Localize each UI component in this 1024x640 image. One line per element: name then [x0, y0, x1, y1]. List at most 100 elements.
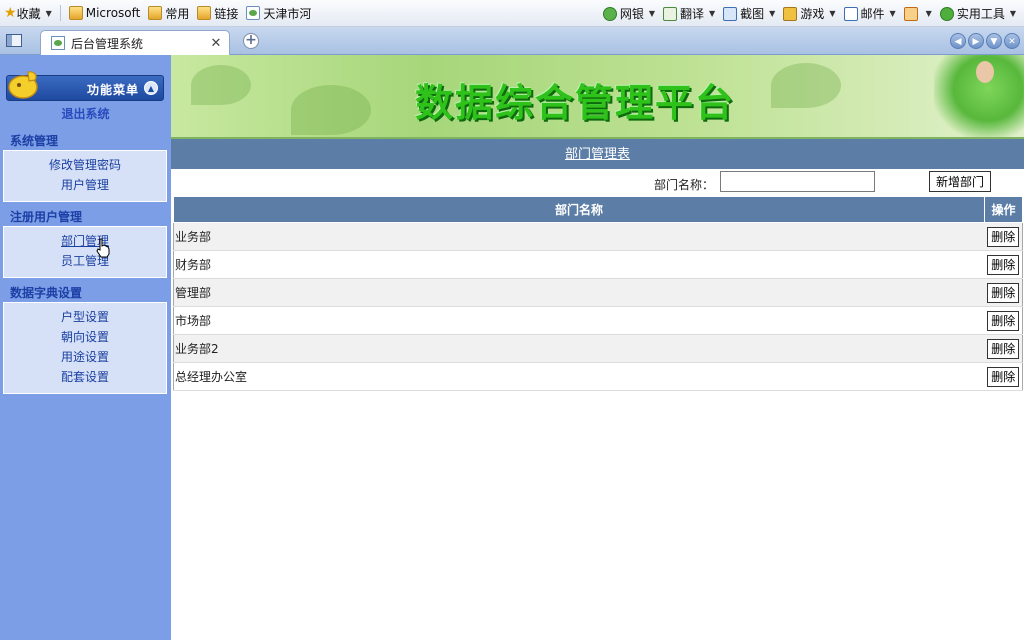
chevron-down-icon[interactable]: ▼	[926, 9, 932, 18]
fav-link-microsoft[interactable]: Microsoft	[65, 2, 145, 24]
tab-admin-system[interactable]: 后台管理系统 ✕	[40, 30, 230, 55]
section-title-system: 系统管理	[10, 134, 59, 148]
chevron-down-icon[interactable]: ▼	[1010, 9, 1016, 18]
tools-icon	[939, 6, 954, 21]
tool-translate[interactable]: 翻译 ▼	[659, 3, 719, 25]
department-name-cell: 业务部	[173, 222, 985, 251]
tool-label: 实用工具	[956, 7, 1005, 21]
section-system: 修改管理密码 用户管理	[3, 150, 167, 202]
delete-button[interactable]: 删除	[987, 254, 1020, 275]
action-cell: 删除	[984, 334, 1023, 363]
banner-decoration	[771, 63, 841, 108]
tool-calendar[interactable]: ▼	[900, 3, 936, 25]
table-header-row: 部门名称 操作	[173, 196, 1023, 223]
folder-icon	[197, 6, 212, 20]
hand-cursor-icon	[96, 238, 110, 258]
calendar-icon	[903, 6, 918, 21]
delete-button[interactable]: 删除	[987, 226, 1020, 247]
chevron-down-icon[interactable]: ▼	[709, 9, 715, 18]
chevron-down-icon[interactable]: ▼	[890, 9, 896, 18]
tool-screenshot[interactable]: 截图 ▼	[719, 3, 779, 25]
table-row: 业务部 删除	[173, 222, 1023, 251]
toolbar-tools: 网银 ▼ 翻译 ▼ 截图 ▼ 游戏 ▼ 邮件 ▼ ▼ 实用工具 ▼	[599, 0, 1020, 27]
tool-game[interactable]: 游戏 ▼	[779, 3, 839, 25]
chevron-down-icon[interactable]: ▼	[769, 9, 775, 18]
page-icon	[246, 6, 261, 20]
sidebar-item-orientation[interactable]: 朝向设置	[4, 327, 166, 347]
logout-link[interactable]: 退出系统	[0, 105, 171, 122]
close-icon[interactable]: ✕	[209, 36, 223, 51]
banner-decoration	[291, 85, 371, 135]
header-banner: 数据综合管理平台	[171, 55, 1024, 139]
chevron-down-icon[interactable]: ▼	[829, 9, 835, 18]
fav-link-label: 链接	[214, 6, 239, 21]
delete-button[interactable]: 删除	[987, 338, 1020, 359]
table-row: 财务部 删除	[173, 250, 1023, 279]
sidebar-item-usage[interactable]: 用途设置	[4, 347, 166, 367]
section-title-data-dictionary: 数据字典设置	[10, 286, 83, 300]
department-table: 部门名称 操作 业务部 删除 财务部 删除 管理部 删除 市场部 删除 业务部2…	[173, 196, 1023, 391]
banner-title: 数据综合管理平台	[415, 80, 736, 125]
action-cell: 删除	[984, 362, 1023, 391]
sidebar-item-house-type[interactable]: 户型设置	[4, 307, 166, 327]
sidebar-item-employee-management[interactable]: 员工管理	[4, 251, 166, 271]
chevron-down-icon[interactable]: ▼	[649, 9, 655, 18]
table-row: 业务部2 删除	[173, 334, 1023, 363]
folder-icon	[68, 6, 83, 20]
fav-link-label: 天津市河	[263, 6, 312, 21]
search-row: 部门名称： 新增部门	[171, 169, 1024, 195]
fav-link-label: Microsoft	[85, 6, 141, 20]
delete-button[interactable]: 删除	[987, 282, 1020, 303]
department-name-cell: 管理部	[173, 278, 985, 307]
tool-utilities[interactable]: 实用工具 ▼	[936, 3, 1020, 25]
table-row: 管理部 删除	[173, 278, 1023, 307]
fav-link-tianjin[interactable]: 天津市河	[242, 2, 315, 24]
sidebar-toggle-icon[interactable]	[6, 34, 22, 47]
banner-decoration	[191, 65, 251, 105]
department-name-input[interactable]	[720, 171, 875, 192]
chevron-down-icon[interactable]: ▼	[46, 9, 52, 18]
tool-bank[interactable]: 网银 ▼	[599, 3, 659, 25]
menu-title: 功能菜单	[86, 83, 139, 97]
table-row: 总经理办公室 删除	[173, 362, 1023, 391]
tab-title: 后台管理系统	[71, 36, 144, 51]
fav-link-common[interactable]: 常用	[144, 2, 193, 24]
action-cell: 删除	[984, 222, 1023, 251]
sidebar-item-department-management[interactable]: 部门管理	[4, 231, 166, 251]
favorites-bar: ★ 收藏 ▼ Microsoft 常用 链接 天津市河 网银 ▼ 翻译 ▼ 截图	[0, 0, 1024, 27]
department-name-cell: 总经理办公室	[173, 362, 985, 391]
forward-icon[interactable]: ▶	[968, 33, 984, 49]
sidebar-item-facilities[interactable]: 配套设置	[4, 367, 166, 387]
sidebar-item-user-management[interactable]: 用户管理	[4, 175, 166, 195]
star-icon: ★	[4, 5, 17, 21]
department-name-cell: 业务部2	[173, 334, 985, 363]
logo-icon	[8, 71, 38, 99]
fav-link-links[interactable]: 链接	[193, 2, 242, 24]
screenshot-icon	[723, 6, 738, 21]
left-sidebar: 功能菜单 ▲ 退出系统 系统管理 修改管理密码 用户管理 注册用户管理 部门管理…	[0, 55, 171, 640]
new-tab-icon[interactable]: +	[243, 33, 259, 49]
back-icon[interactable]: ◀	[950, 33, 966, 49]
collapse-icon[interactable]: ▲	[144, 81, 158, 95]
section-title-bar: 部门管理表	[171, 139, 1024, 169]
delete-button[interactable]: 删除	[987, 366, 1020, 387]
game-icon	[783, 6, 798, 21]
chevron-down-icon[interactable]: ▼	[986, 33, 1002, 49]
table-row: 市场部 删除	[173, 306, 1023, 335]
action-cell: 删除	[984, 250, 1023, 279]
close-icon[interactable]: ✕	[1004, 33, 1020, 49]
page-icon	[51, 36, 65, 50]
tool-mail[interactable]: 邮件 ▼	[840, 3, 900, 25]
tool-label: 邮件	[860, 7, 885, 21]
delete-button[interactable]: 删除	[987, 310, 1020, 331]
page-title[interactable]: 部门管理表	[565, 147, 630, 162]
add-department-button[interactable]: 新增部门	[929, 171, 991, 192]
banner-figure-face	[976, 61, 994, 83]
action-cell: 删除	[984, 306, 1023, 335]
sidebar-item-change-password[interactable]: 修改管理密码	[4, 155, 166, 175]
fav-link-label: 常用	[165, 6, 190, 21]
favorites-button[interactable]: ★ 收藏 ▼	[0, 2, 56, 24]
tool-label: 截图	[740, 7, 765, 21]
translate-icon	[662, 6, 677, 21]
tool-label: 游戏	[800, 7, 825, 21]
